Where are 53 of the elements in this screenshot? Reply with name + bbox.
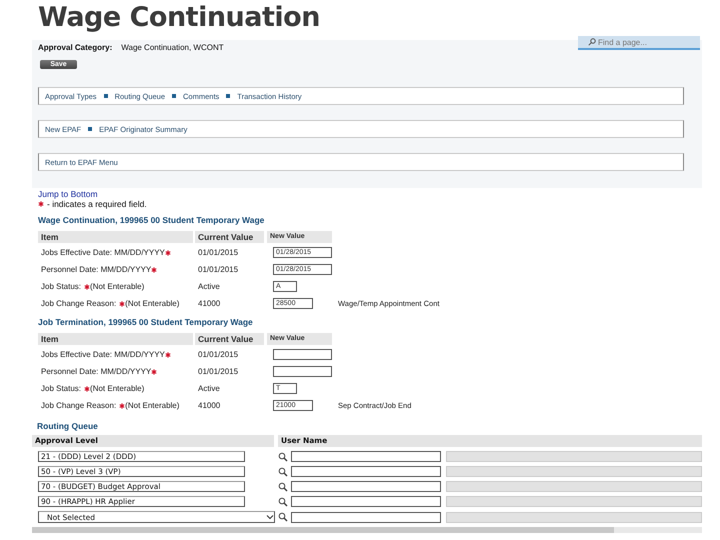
square-bullet-icon bbox=[104, 94, 108, 98]
square-bullet-icon bbox=[226, 94, 230, 98]
search-icon[interactable] bbox=[278, 466, 288, 476]
item-label: Job Change Reason: bbox=[41, 401, 116, 410]
column-header: Current Value bbox=[195, 333, 264, 345]
item-note: (Not Enterable) bbox=[125, 401, 180, 410]
search-icon[interactable] bbox=[278, 482, 288, 492]
user-name-field[interactable] bbox=[291, 481, 441, 492]
item-label: Jobs Effective Date: MM/DD/YYYY bbox=[41, 248, 165, 257]
table-cell-text: 01/01/2015 bbox=[197, 367, 240, 376]
item-note: (Not Enterable) bbox=[125, 299, 180, 308]
search-icon[interactable] bbox=[278, 512, 288, 522]
search-field[interactable]: Find a page... bbox=[578, 36, 700, 50]
input-field[interactable] bbox=[273, 349, 332, 360]
search-input[interactable]: Find a page... bbox=[598, 38, 693, 46]
square-bullet-icon bbox=[172, 94, 176, 98]
item-label: Jobs Effective Date: MM/DD/YYYY bbox=[41, 350, 165, 359]
table-cell-text: Active bbox=[197, 282, 221, 291]
square-bullet-icon bbox=[88, 127, 92, 131]
required-note: - indicates a required field. bbox=[47, 199, 147, 209]
item-label: Job Change Reason: bbox=[41, 299, 116, 308]
item-label: Job Status: bbox=[41, 384, 82, 393]
search-icon bbox=[588, 38, 596, 46]
user-name-field[interactable] bbox=[291, 512, 441, 522]
table-cell-text: 01/01/2015 bbox=[197, 265, 240, 274]
jump-link[interactable]: Jump to Bottom bbox=[38, 189, 98, 199]
table-cell-text: 01/01/2015 bbox=[197, 350, 240, 359]
item-note: (Not Enterable) bbox=[90, 384, 144, 393]
horizontal-scrollbar[interactable] bbox=[32, 527, 702, 533]
asterisk-icon bbox=[38, 201, 44, 207]
input-field[interactable] bbox=[273, 366, 332, 377]
table-cell-text: Active bbox=[197, 384, 221, 393]
column-header: Item bbox=[38, 231, 193, 243]
column-header: Current Value bbox=[195, 231, 264, 243]
item-label: Personnel Date: MM/DD/YYYY bbox=[41, 367, 152, 376]
table-cell-text: 41000 bbox=[197, 401, 222, 410]
user-name-field[interactable] bbox=[291, 496, 441, 507]
section-title: Job Termination, 199965 00 Student Temporary Wage bbox=[38, 317, 253, 327]
table-cell-text: 41000 bbox=[197, 299, 222, 308]
section-title: Routing Queue bbox=[37, 421, 98, 431]
approval-category: Approval Category: Wage Continuation, WCONT bbox=[38, 43, 224, 52]
section-title: Wage Continuation, 199965 00 Student Temporary Wage bbox=[38, 215, 264, 225]
search-icon[interactable] bbox=[278, 496, 288, 506]
search-icon[interactable] bbox=[278, 452, 288, 462]
table-cell-text: 01/01/2015 bbox=[197, 248, 240, 257]
column-header: Item bbox=[38, 333, 193, 345]
user-name-field[interactable] bbox=[291, 451, 441, 462]
item-note: (Not Enterable) bbox=[90, 282, 144, 291]
slide-title: Wage Continuation bbox=[38, 1, 320, 35]
chevron-down-icon bbox=[266, 514, 274, 520]
user-name-field[interactable] bbox=[291, 466, 441, 477]
item-label: Personnel Date: MM/DD/YYYY bbox=[41, 265, 152, 274]
item-label: Job Status: bbox=[41, 282, 82, 291]
